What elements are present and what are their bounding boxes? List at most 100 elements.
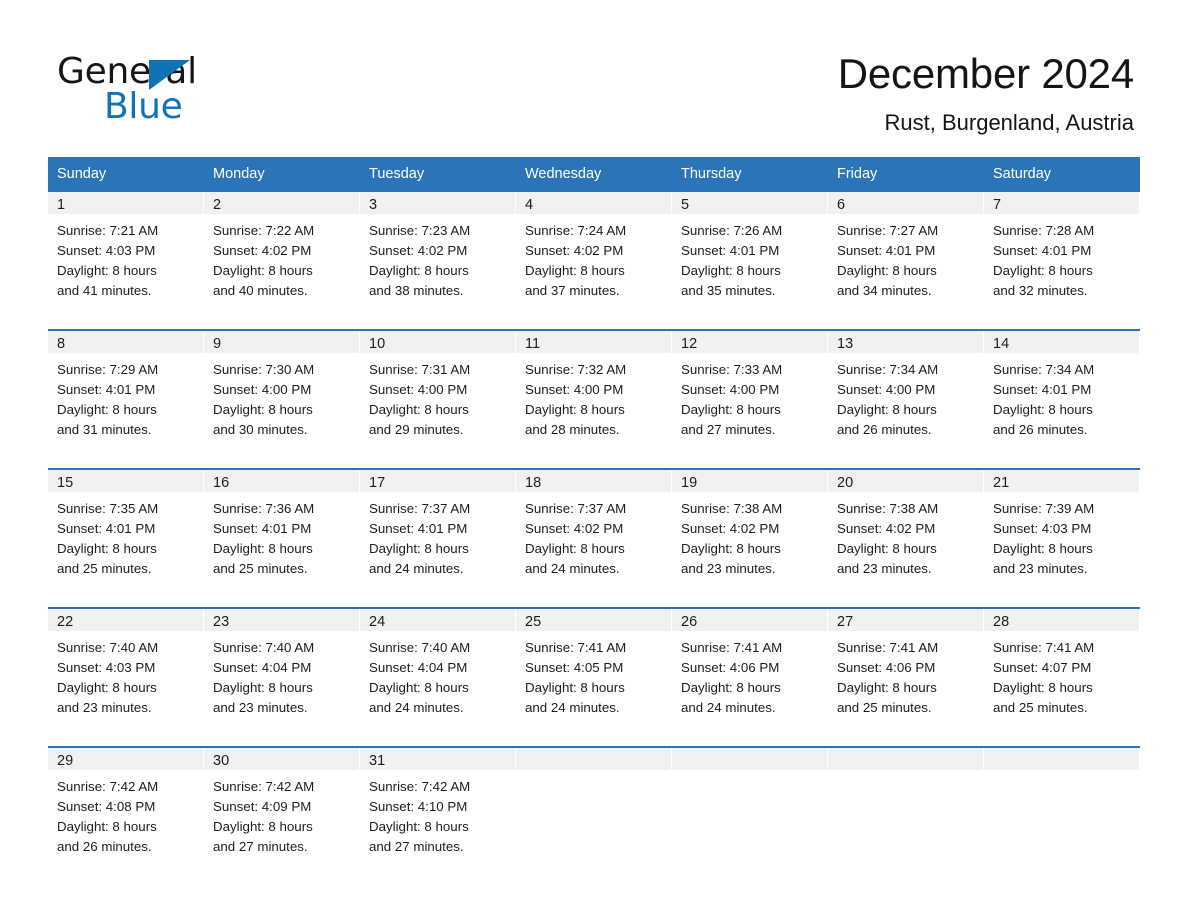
day-cell[interactable]: 18 Sunrise: 7:37 AM Sunset: 4:02 PM Dayligh… [516,468,672,589]
weekday-header-monday: Monday [204,157,360,192]
weekday-header-tuesday: Tuesday [360,157,516,192]
day-cell-empty [672,746,828,867]
daylight-text-line2: and 24 minutes. [369,700,464,715]
day-cell[interactable]: 7 Sunrise: 7:28 AM Sunset: 4:01 PM Daylight… [984,192,1140,311]
day-number: 22 [48,609,204,631]
sunset-text: Sunset: 4:01 PM [369,521,468,536]
day-cell[interactable]: 16 Sunrise: 7:36 AM Sunset: 4:01 PM Dayligh… [204,468,360,589]
general-blue-logo[interactable]: General Blue [57,52,317,127]
sunset-text: Sunset: 4:01 PM [993,382,1092,397]
sunset-text: Sunset: 4:02 PM [525,243,624,258]
daylight-text-line1: Daylight: 8 hours [213,541,313,556]
day-number: 1 [48,192,204,214]
sunset-text: Sunset: 4:04 PM [369,660,468,675]
sunrise-text: Sunrise: 7:28 AM [993,223,1095,238]
day-cell[interactable]: 8 Sunrise: 7:29 AM Sunset: 4:01 PM Daylight… [48,329,204,450]
daylight-text-line2: and 28 minutes. [525,422,620,437]
daylight-text-line1: Daylight: 8 hours [525,263,625,278]
title-block: December 2024 Rust, Burgenland, Austria [838,48,1134,136]
day-cell[interactable]: 20 Sunrise: 7:38 AM Sunset: 4:02 PM Dayligh… [828,468,984,589]
day-cell[interactable]: 17 Sunrise: 7:37 AM Sunset: 4:01 PM Dayligh… [360,468,516,589]
sunrise-text: Sunrise: 7:22 AM [213,223,315,238]
day-number: 4 [516,192,672,214]
day-number [828,748,984,770]
day-cell[interactable]: 31 Sunrise: 7:42 AM Sunset: 4:10 PM Dayligh… [360,746,516,867]
day-number: 6 [828,192,984,214]
sunrise-text: Sunrise: 7:30 AM [213,362,315,377]
day-number: 26 [672,609,828,631]
daylight-text-line1: Daylight: 8 hours [525,541,625,556]
weekday-header-friday: Friday [828,157,984,192]
sunrise-text: Sunrise: 7:42 AM [369,779,471,794]
daylight-text-line1: Daylight: 8 hours [993,541,1093,556]
day-cell[interactable]: 10 Sunrise: 7:31 AM Sunset: 4:00 PM Dayligh… [360,329,516,450]
day-cell[interactable]: 11 Sunrise: 7:32 AM Sunset: 4:00 PM Dayligh… [516,329,672,450]
day-cell[interactable]: 26 Sunrise: 7:41 AM Sunset: 4:06 PM Dayligh… [672,607,828,728]
day-cell[interactable]: 1 Sunrise: 7:21 AM Sunset: 4:03 PM Daylight… [48,192,204,311]
day-cell[interactable]: 6 Sunrise: 7:27 AM Sunset: 4:01 PM Daylight… [828,192,984,311]
day-details: Sunrise: 7:22 AM Sunset: 4:02 PM Daylight:… [204,214,360,311]
daylight-text-line2: and 31 minutes. [57,422,152,437]
day-details: Sunrise: 7:28 AM Sunset: 4:01 PM Daylight:… [984,214,1140,311]
sunrise-text: Sunrise: 7:42 AM [57,779,159,794]
day-cell[interactable]: 28 Sunrise: 7:41 AM Sunset: 4:07 PM Dayligh… [984,607,1140,728]
day-cell[interactable]: 12 Sunrise: 7:33 AM Sunset: 4:00 PM Dayligh… [672,329,828,450]
day-cell[interactable]: 24 Sunrise: 7:40 AM Sunset: 4:04 PM Dayligh… [360,607,516,728]
day-cell[interactable]: 14 Sunrise: 7:34 AM Sunset: 4:01 PM Dayligh… [984,329,1140,450]
page-title: December 2024 [837,50,1134,97]
sunrise-text: Sunrise: 7:33 AM [681,362,783,377]
sunset-text: Sunset: 4:00 PM [213,382,312,397]
sunrise-text: Sunrise: 7:32 AM [525,362,627,377]
daylight-text-line1: Daylight: 8 hours [993,680,1093,695]
day-cell[interactable]: 30 Sunrise: 7:42 AM Sunset: 4:09 PM Dayligh… [204,746,360,867]
daylight-text-line2: and 25 minutes. [213,561,308,576]
day-cell[interactable]: 27 Sunrise: 7:41 AM Sunset: 4:06 PM Dayligh… [828,607,984,728]
day-cell-empty [828,746,984,867]
day-cell[interactable]: 19 Sunrise: 7:38 AM Sunset: 4:02 PM Dayligh… [672,468,828,589]
day-details [828,770,984,787]
weekday-header-sunday: Sunday [48,157,204,192]
day-number: 27 [828,609,984,631]
daylight-text-line2: and 23 minutes. [57,700,152,715]
sunrise-text: Sunrise: 7:23 AM [369,223,471,238]
day-cell[interactable]: 4 Sunrise: 7:24 AM Sunset: 4:02 PM Daylight… [516,192,672,311]
sunrise-text: Sunrise: 7:29 AM [57,362,159,377]
day-cell[interactable]: 23 Sunrise: 7:40 AM Sunset: 4:04 PM Dayligh… [204,607,360,728]
day-number: 23 [204,609,360,631]
day-details: Sunrise: 7:42 AM Sunset: 4:09 PM Daylight:… [204,770,360,867]
day-cell[interactable]: 22 Sunrise: 7:40 AM Sunset: 4:03 PM Dayligh… [48,607,204,728]
daylight-text-line2: and 34 minutes. [837,283,932,298]
day-cell[interactable]: 3 Sunrise: 7:23 AM Sunset: 4:02 PM Daylight… [360,192,516,311]
day-details: Sunrise: 7:26 AM Sunset: 4:01 PM Daylight:… [672,214,828,311]
sunset-text: Sunset: 4:06 PM [837,660,936,675]
day-number: 16 [204,470,360,492]
daylight-text-line2: and 23 minutes. [213,700,308,715]
day-details: Sunrise: 7:41 AM Sunset: 4:05 PM Daylight:… [516,631,672,728]
day-cell[interactable]: 21 Sunrise: 7:39 AM Sunset: 4:03 PM Dayligh… [984,468,1140,589]
day-details: Sunrise: 7:23 AM Sunset: 4:02 PM Daylight:… [360,214,516,311]
daylight-text-line2: and 40 minutes. [213,283,308,298]
day-cell[interactable]: 2 Sunrise: 7:22 AM Sunset: 4:02 PM Daylight… [204,192,360,311]
daylight-text-line1: Daylight: 8 hours [213,263,313,278]
sunrise-text: Sunrise: 7:41 AM [525,640,627,655]
day-details: Sunrise: 7:33 AM Sunset: 4:00 PM Daylight:… [672,353,828,450]
sunset-text: Sunset: 4:02 PM [681,521,780,536]
sunrise-text: Sunrise: 7:34 AM [837,362,939,377]
day-number: 13 [828,331,984,353]
day-details: Sunrise: 7:32 AM Sunset: 4:00 PM Daylight:… [516,353,672,450]
day-cell[interactable]: 25 Sunrise: 7:41 AM Sunset: 4:05 PM Dayligh… [516,607,672,728]
daylight-text-line2: and 24 minutes. [369,561,464,576]
daylight-text-line1: Daylight: 8 hours [837,541,937,556]
day-cell[interactable]: 29 Sunrise: 7:42 AM Sunset: 4:08 PM Dayligh… [48,746,204,867]
sunset-text: Sunset: 4:06 PM [681,660,780,675]
day-details: Sunrise: 7:24 AM Sunset: 4:02 PM Daylight:… [516,214,672,311]
daylight-text-line2: and 24 minutes. [525,561,620,576]
day-details [672,770,828,787]
day-cell[interactable]: 13 Sunrise: 7:34 AM Sunset: 4:00 PM Dayligh… [828,329,984,450]
day-details: Sunrise: 7:36 AM Sunset: 4:01 PM Daylight:… [204,492,360,589]
day-cell[interactable]: 5 Sunrise: 7:26 AM Sunset: 4:01 PM Daylight… [672,192,828,311]
day-cell[interactable]: 15 Sunrise: 7:35 AM Sunset: 4:01 PM Dayligh… [48,468,204,589]
day-cell[interactable]: 9 Sunrise: 7:30 AM Sunset: 4:00 PM Daylight… [204,329,360,450]
sunset-text: Sunset: 4:00 PM [681,382,780,397]
week-row: 29 Sunrise: 7:42 AM Sunset: 4:08 PM Dayligh… [48,746,1140,867]
